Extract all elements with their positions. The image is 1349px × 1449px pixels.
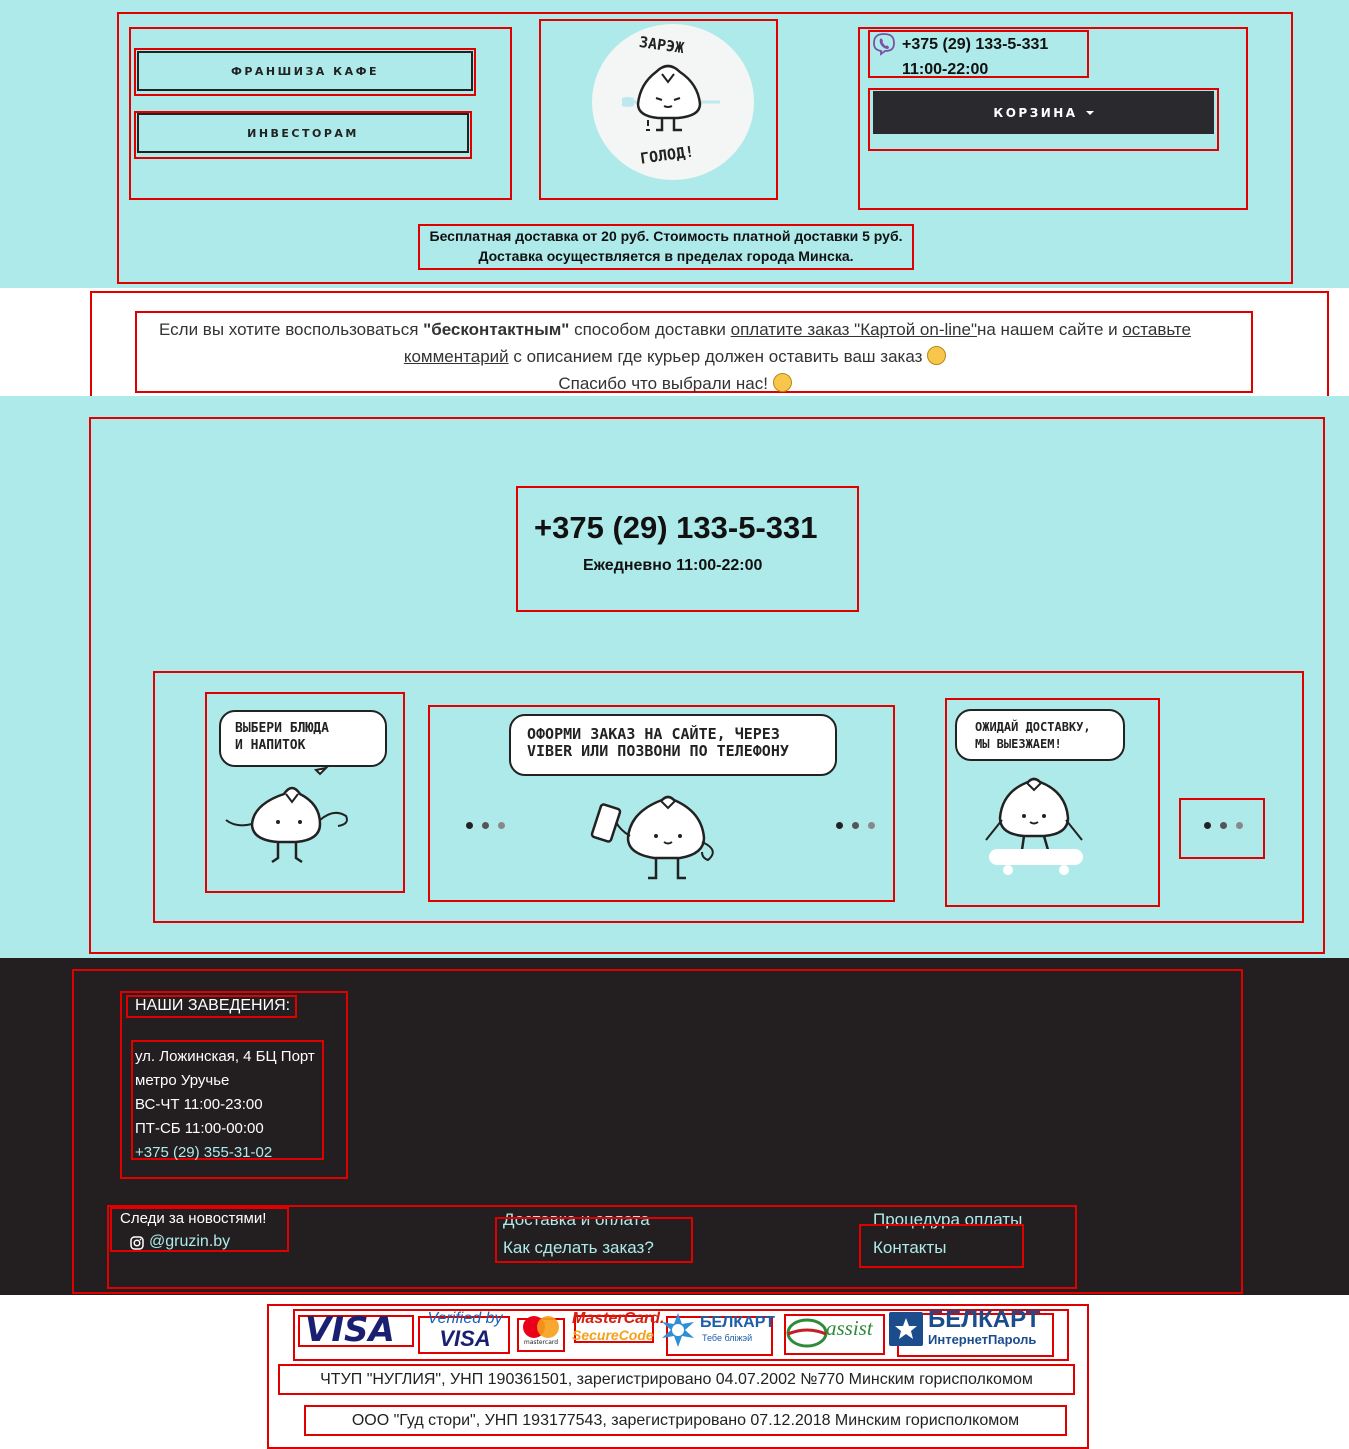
caret-down-icon — [1085, 110, 1094, 115]
place-address: ул. Ложинская, 4 БЦ Порт — [135, 1048, 315, 1065]
step-1-line-1: ВЫБЕРИ БЛЮДА — [235, 721, 329, 736]
franchise-button[interactable]: ФРАНШИЗА КАФЕ — [137, 51, 473, 91]
dumpling-mascot-icon — [622, 64, 720, 132]
step-2-dots-right — [836, 814, 884, 833]
cart-button[interactable]: КОРЗИНА — [873, 91, 1214, 134]
contact-frame — [516, 486, 859, 612]
mastercard-text: mastercard — [523, 1339, 559, 1346]
step-2-line-2: VIBER ИЛИ ПОЗВОНИ ПО ТЕЛЕФОНУ — [527, 742, 789, 760]
verified-visa-text: VISA — [439, 1326, 491, 1351]
place-metro: метро Уручье — [135, 1072, 230, 1089]
dumpling-phone-icon — [590, 795, 714, 880]
assist-swoosh-icon — [786, 1318, 828, 1348]
legal-line-1: ЧТУП "НУГЛИЯ", УНП 190361501, зарегистри… — [320, 1371, 1033, 1388]
step-2-bubble: ОФОРМИ ЗАКАЗ НА САЙТЕ, ЧЕРЕЗ VIBER ИЛИ П… — [509, 714, 837, 776]
belkart-logo-text: БЕЛКАРТ — [700, 1314, 775, 1331]
notice-bold: "бесконтактным" — [423, 320, 570, 339]
dot — [1204, 822, 1211, 829]
place-phone-link[interactable]: +375 (29) 355-31-02 — [135, 1141, 315, 1165]
dot — [466, 822, 473, 829]
step-1-line-2: И НАПИТОК — [235, 738, 306, 753]
dot — [868, 822, 875, 829]
thanks-text: Спасибо что выбрали нас! — [558, 374, 773, 393]
delivery-line-2: Доставка осуществляется в пределах город… — [478, 248, 854, 264]
notice-text: Если вы хотите воспользоваться — [159, 320, 424, 339]
belkart-slogan: Тебе бліжэй — [702, 1333, 753, 1343]
assist-logo: assist — [826, 1316, 873, 1340]
places-title: НАШИ ЗАВЕДЕНИЯ: — [135, 997, 291, 1014]
securecode-logo: MasterCard. SecureCode — [572, 1310, 665, 1344]
instagram-link[interactable]: @gruzin.by — [149, 1233, 230, 1251]
dot — [1236, 822, 1243, 829]
contact-hours: Ежедневно 11:00-22:00 — [583, 557, 763, 574]
header-phone[interactable]: +375 (29) 133-5-331 — [902, 36, 1048, 54]
step-2-dots-left — [466, 814, 514, 833]
mastercard-logo: mastercard — [519, 1314, 563, 1350]
dumpling-skateboard-icon — [985, 777, 1083, 875]
viber-icon[interactable] — [872, 32, 896, 56]
notice-text: с описанием где курьер должен оставить в… — [508, 347, 928, 366]
cart-label: КОРЗИНА — [993, 105, 1078, 120]
dot — [852, 822, 859, 829]
step-1-bubble: ВЫБЕРИ БЛЮДА И НАПИТОК — [219, 710, 387, 767]
step-3-line-2: МЫ ВЫЕЗЖАЕМ! — [975, 737, 1062, 751]
pay-online-link[interactable]: оплатите заказ "Картой on-line" — [731, 320, 977, 339]
securecode-top-text: MasterCard. — [572, 1310, 665, 1327]
how-to-order-link[interactable]: Как сделать заказ? — [503, 1238, 654, 1258]
instagram-icon[interactable] — [130, 1236, 144, 1250]
contactless-notice: Если вы хотите воспользоваться "бесконта… — [135, 316, 1215, 397]
logo-text-top: ЗАРЭЖ — [637, 32, 686, 58]
dumpling-choose-icon — [225, 766, 348, 864]
delivery-info: Бесплатная доставка от 20 руб. Стоимость… — [418, 228, 914, 264]
dot — [836, 822, 843, 829]
belkart-password-title: БЕЛКАРТ — [928, 1306, 1041, 1333]
logo-text-bottom: ГОЛОД! — [639, 142, 696, 168]
news-title: Следи за новостями! — [120, 1210, 267, 1227]
place-hours-weekday: ВС-ЧТ 11:00-23:00 — [135, 1096, 263, 1113]
place-info: ул. Ложинская, 4 БЦ Порт метро Уручье ВС… — [135, 1045, 315, 1165]
mastercard-orange-circle — [537, 1316, 559, 1338]
investors-button[interactable]: ИНВЕСТОРАМ — [137, 113, 469, 153]
step-3-line-1: ОЖИДАЙ ДОСТАВКУ, — [975, 720, 1091, 734]
step-2-line-1: ОФОРМИ ЗАКАЗ НА САЙТЕ, ЧЕРЕЗ — [527, 725, 780, 743]
header-hours: 11:00-22:00 — [902, 61, 989, 78]
leave-comment-link-part2[interactable]: комментарий — [404, 347, 509, 366]
place-hours-weekend: ПТ-СБ 11:00-00:00 — [135, 1120, 264, 1137]
contacts-link[interactable]: Контакты — [873, 1238, 946, 1258]
belkart-star-icon — [662, 1313, 694, 1347]
verified-by-visa-logo: Verified by VISA — [420, 1309, 510, 1351]
legal-line-2: ООО "Гуд стори", УНП 193177543, зарегист… — [351, 1412, 1020, 1429]
dot — [1220, 822, 1227, 829]
hug-emoji-icon — [772, 373, 792, 392]
logo[interactable]: ЗАРЭЖ ГОЛОД! — [592, 24, 754, 180]
mask-emoji-icon — [927, 346, 947, 365]
visa-logo: VISA — [305, 1310, 395, 1350]
leave-comment-link-part1[interactable]: оставьте — [1122, 320, 1191, 339]
step-3-dots — [1204, 814, 1252, 833]
dot — [482, 822, 489, 829]
belkart-password-subtitle: ИнтернетПароль — [928, 1332, 1037, 1347]
notice-text: способом доставки — [569, 320, 731, 339]
delivery-line-1: Бесплатная доставка от 20 руб. Стоимость… — [429, 228, 903, 244]
dot — [498, 822, 505, 829]
contact-phone[interactable]: +375 (29) 133-5-331 — [534, 510, 818, 546]
securecode-bottom-text: SecureCode — [572, 1327, 654, 1343]
step-3-bubble: ОЖИДАЙ ДОСТАВКУ, МЫ ВЫЕЗЖАЕМ! — [955, 709, 1125, 761]
notice-text: на нашем сайте и — [976, 320, 1123, 339]
belkart-password-icon — [889, 1312, 923, 1346]
